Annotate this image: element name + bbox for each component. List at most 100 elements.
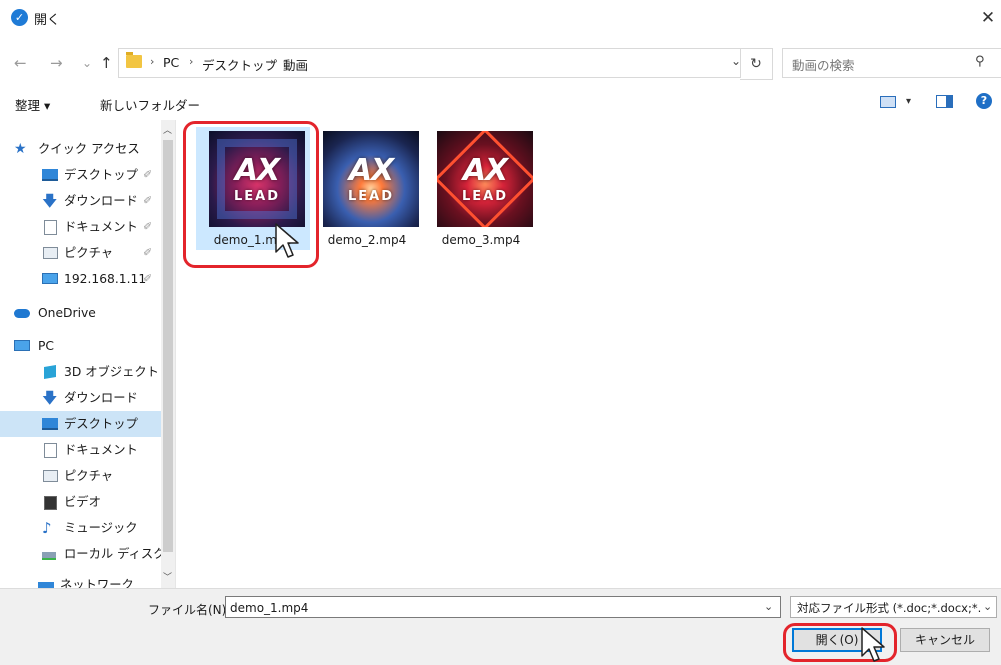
document-icon: [44, 220, 57, 235]
breadcrumb-videos[interactable]: 動画: [283, 55, 308, 74]
pin-icon[interactable]: ✐: [143, 188, 152, 214]
view-mode-icon[interactable]: [880, 96, 896, 108]
forward-arrow-icon[interactable]: →: [50, 54, 63, 72]
sidebar-item-label: ドキュメント: [64, 443, 138, 457]
pictures-icon: [43, 470, 58, 482]
refresh-button[interactable]: ↻: [740, 48, 773, 80]
new-folder-button[interactable]: 新しいフォルダー: [100, 95, 200, 114]
sidebar-item-label: クイック アクセス: [38, 142, 140, 156]
sidebar-item-label: ダウンロード: [64, 194, 138, 208]
pin-icon[interactable]: ✐: [143, 240, 152, 266]
navigation-pane: ★ クイック アクセス デスクトップ ✐ 🡇 ダウンロード ✐ ドキュメント ✐ ピクチャ ✐ 192…: [0, 120, 176, 588]
thumbnail-logo-text: AX: [462, 153, 508, 188]
download-icon: 🡇: [42, 192, 58, 210]
app-icon: ✓: [11, 9, 28, 26]
sidebar-item-label: ローカル ディスク (C: [64, 547, 176, 561]
music-icon: ♪: [42, 519, 52, 537]
window-title: 開く: [34, 13, 61, 28]
desktop-icon: [42, 169, 58, 181]
folder-icon: [126, 52, 142, 68]
sidebar-item[interactable]: OneDrive: [0, 300, 161, 326]
title-bar: [0, 0, 1001, 36]
sidebar-item-label: ドキュメント: [64, 220, 138, 234]
breadcrumb-separator: ›: [150, 55, 155, 68]
up-arrow-icon[interactable]: ↑: [100, 54, 113, 72]
pin-icon[interactable]: ✐: [143, 214, 152, 240]
video-thumbnail: AX LEAD: [437, 131, 533, 227]
sidebar-item[interactable]: 192.168.1.11 ✐: [0, 266, 161, 292]
organize-menu-button[interactable]: 整理 ▾: [15, 95, 50, 114]
sidebar-item-label: 192.168.1.11: [64, 272, 147, 286]
local-disk-icon: [42, 552, 56, 560]
scrollbar-thumb[interactable]: [163, 140, 173, 552]
breadcrumb-pc[interactable]: PC: [163, 55, 179, 70]
sidebar-item-label: ピクチャ: [64, 246, 114, 260]
mouse-cursor-icon: [861, 627, 885, 662]
sidebar-item-label: ピクチャ: [64, 469, 114, 483]
sidebar-item[interactable]: ピクチャ: [0, 463, 161, 489]
video-thumbnail: AX LEAD: [323, 131, 419, 227]
thumbnail-logo-subtext: LEAD: [347, 189, 395, 204]
filename-input[interactable]: demo_1.mp4: [225, 596, 781, 618]
sidebar-item-label: ビデオ: [64, 495, 101, 509]
cancel-button[interactable]: キャンセル: [900, 628, 990, 652]
sidebar-item-label: ネットワーク: [60, 578, 134, 588]
sidebar-item[interactable]: ピクチャ ✐: [0, 240, 161, 266]
view-dropdown-chevron-icon[interactable]: ▾: [906, 96, 911, 107]
sidebar-item[interactable]: ビデオ: [0, 489, 161, 515]
search-icon[interactable]: ⚲: [975, 54, 985, 69]
breadcrumb-separator: ›: [189, 55, 194, 68]
pin-icon[interactable]: ✐: [143, 266, 152, 292]
sidebar-item-label: OneDrive: [38, 306, 96, 320]
3d-objects-icon: [44, 364, 56, 380]
close-button[interactable]: ✕: [976, 6, 1000, 30]
sidebar-item[interactable]: 🡇 ダウンロード: [0, 385, 161, 411]
thumbnail-logo-text: AX: [348, 153, 394, 188]
sidebar-item[interactable]: 🡇 ダウンロード ✐: [0, 188, 161, 214]
pin-icon[interactable]: ✐: [143, 162, 152, 188]
pictures-icon: [43, 247, 58, 259]
pc-icon: [14, 340, 30, 351]
sidebar-item-label: デスクトップ: [64, 168, 138, 182]
filename-label: ファイル名(N):: [148, 603, 231, 617]
filter-dropdown-chevron-icon[interactable]: ⌄: [983, 600, 992, 613]
scroll-up-chevron-icon[interactable]: ︿: [163, 123, 172, 136]
sidebar-item-label: 3D オブジェクト: [64, 365, 159, 379]
search-placeholder: 動画の検索: [792, 58, 855, 73]
sidebar-item[interactable]: ♪ ミュージック: [0, 515, 161, 541]
sidebar-item[interactable]: ローカル ディスク (C: [0, 541, 175, 567]
sidebar-item-label: ダウンロード: [64, 391, 138, 405]
sidebar-item[interactable]: ★ クイック アクセス: [0, 136, 161, 162]
sidebar-item[interactable]: デスクトップ ✐: [0, 162, 161, 188]
file-item-demo-3[interactable]: AX LEAD demo_3.mp4: [424, 127, 538, 250]
sidebar-item[interactable]: ドキュメント ✐: [0, 214, 161, 240]
sidebar-item[interactable]: デスクトップ: [0, 411, 161, 437]
file-name: demo_2.mp4: [327, 233, 407, 247]
help-icon[interactable]: ?: [976, 93, 992, 109]
thumbnail-logo-subtext: LEAD: [461, 189, 509, 204]
filename-dropdown-chevron-icon[interactable]: ⌄: [764, 600, 773, 613]
network-drive-icon: [42, 273, 58, 284]
breadcrumb-desktop[interactable]: デスクトップ: [202, 55, 277, 74]
star-icon: ★: [14, 141, 27, 157]
mouse-cursor-icon: [275, 223, 299, 258]
breadcrumb-separator: ›: [270, 55, 275, 68]
sidebar-item[interactable]: PC: [0, 333, 161, 359]
download-icon: 🡇: [42, 389, 58, 407]
video-icon: [44, 496, 57, 510]
sidebar-item-label: ミュージック: [64, 521, 138, 535]
preview-pane-icon[interactable]: [936, 95, 953, 108]
sidebar-item[interactable]: ドキュメント: [0, 437, 161, 463]
file-name: demo_3.mp4: [441, 233, 521, 247]
sidebar-item[interactable]: ネットワーク: [0, 572, 161, 588]
desktop-icon: [42, 418, 58, 430]
file-type-filter-select[interactable]: 対応ファイル形式 (*.doc;*.docx;*.: [790, 596, 997, 618]
recent-locations-chevron-icon[interactable]: ⌄: [82, 54, 92, 72]
back-arrow-icon[interactable]: ←: [14, 54, 27, 72]
document-icon: [44, 443, 57, 458]
file-item-demo-2[interactable]: AX LEAD demo_2.mp4: [310, 127, 424, 250]
sidebar-item-label: デスクトップ: [64, 417, 138, 431]
sidebar-item[interactable]: 3D オブジェクト: [0, 359, 161, 385]
scroll-down-chevron-icon[interactable]: ﹀: [163, 570, 172, 583]
cloud-icon: [14, 309, 30, 318]
